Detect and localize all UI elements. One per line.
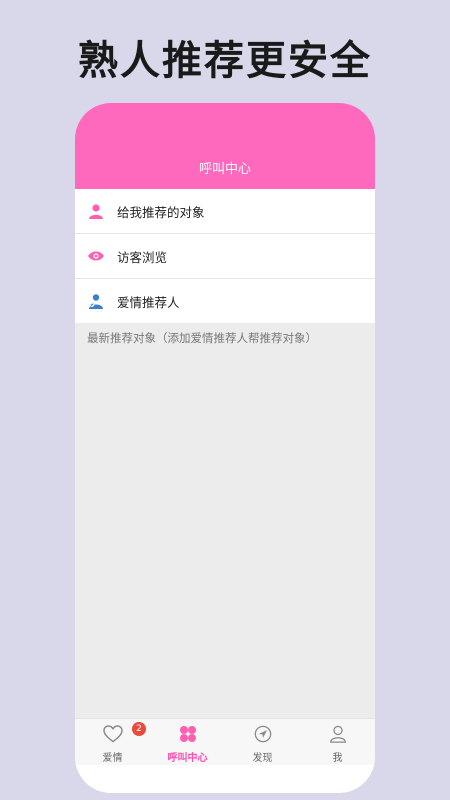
phone-bottom-bezel [75, 765, 375, 793]
menu-item-visitors[interactable]: 访客浏览 [75, 234, 375, 279]
app-header: 呼叫中心 [75, 103, 375, 189]
heart-icon [102, 725, 123, 747]
app-title: 呼叫中心 [198, 162, 251, 177]
tab-discover[interactable]: 发现 [225, 719, 300, 766]
clover-icon [178, 725, 198, 747]
person-icon [87, 202, 105, 220]
tab-label: 爱情 [102, 753, 123, 764]
eye-icon [87, 247, 105, 265]
tab-label: 我 [332, 753, 343, 764]
notification-badge: 2 [132, 722, 146, 736]
menu-label: 爱情推荐人 [117, 294, 180, 310]
tab-love[interactable]: 2 爱情 [75, 719, 150, 766]
recommender-icon [87, 292, 105, 310]
tab-label: 发现 [252, 753, 273, 764]
tab-call-center[interactable]: 呼叫中心 [150, 719, 225, 766]
section-note: 最新推荐对象（添加爱情推荐人帮推荐对象） [87, 331, 317, 345]
phone-screen: 呼叫中心 给我推荐的对象 访客浏览 爱情推荐人 最新推荐对象（添加爱情推荐人帮推… [75, 103, 375, 793]
promo-headline: 熟人推荐更安全 [78, 38, 372, 84]
user-icon [328, 725, 348, 747]
tab-me[interactable]: 我 [300, 719, 375, 766]
menu-label: 访客浏览 [117, 249, 168, 265]
bottom-tab-bar: 2 爱情 呼叫中心 发现 我 [75, 718, 375, 766]
tab-label: 呼叫中心 [167, 753, 208, 764]
menu-item-recommenders[interactable]: 爱情推荐人 [75, 279, 375, 323]
menu-label: 给我推荐的对象 [117, 204, 205, 220]
menu-list: 给我推荐的对象 访客浏览 爱情推荐人 [75, 189, 375, 323]
compass-icon [253, 725, 273, 747]
menu-item-recommended-matches[interactable]: 给我推荐的对象 [75, 189, 375, 234]
